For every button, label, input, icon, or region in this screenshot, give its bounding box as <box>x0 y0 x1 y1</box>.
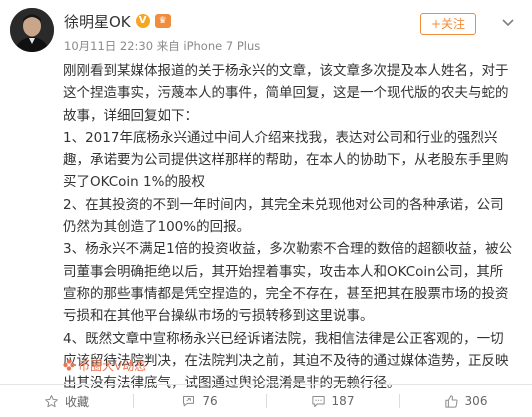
like-button[interactable]: 306 <box>399 385 532 417</box>
repost-icon <box>183 395 195 406</box>
post-paragraph-1: 1、2017年底杨永兴通过中间人介绍来找我，表达对公司和行业的强烈兴趣，承诺要为… <box>63 129 509 191</box>
favorite-label: 收藏 <box>64 394 89 409</box>
like-count: 306 <box>464 394 488 408</box>
repost-count: 76 <box>202 394 218 408</box>
post-menu-button[interactable] <box>496 12 520 34</box>
favorite-button[interactable]: 收藏 <box>0 385 133 417</box>
comment-button[interactable]: 187 <box>266 385 399 417</box>
post-paragraph-intro: 刚刚看到某媒体报道的关于杨永兴的文章，该文章多次提及本人姓名，对于这个捏造事实，… <box>63 63 509 124</box>
avatar[interactable] <box>10 8 54 52</box>
action-bar: 收藏 76 187 306 <box>0 384 532 417</box>
post-paragraph-3: 3、杨永兴不满足1倍的投资收益，多次勒索不合理的数倍的超额收益，被公司董事会明确… <box>63 241 513 325</box>
follow-button[interactable]: +关注 <box>420 13 476 35</box>
post-body: 刚刚看到某媒体报道的关于杨永兴的文章，该文章多次提及本人姓名，对于这个捏造事实，… <box>63 60 515 394</box>
source-link[interactable]: 币圈大V动态 <box>63 356 146 374</box>
username[interactable]: 徐明星OK <box>64 11 131 32</box>
source-label: 币圈大V动态 <box>78 358 147 373</box>
star-icon <box>45 394 58 407</box>
flower-icon <box>63 359 75 371</box>
member-level-icon[interactable]: ♛ <box>154 14 171 28</box>
repost-button[interactable]: 76 <box>133 385 266 417</box>
chevron-down-icon <box>502 19 514 27</box>
username-row: 徐明星OK V ♛ <box>64 11 171 31</box>
comment-icon <box>311 395 325 407</box>
post-paragraph-2: 2、在其投资的不到一年时间内，其完全未兑现他对公司的各种承诺，公司仍然为其创造了… <box>63 196 504 236</box>
comment-count: 187 <box>331 394 355 408</box>
verified-badge-icon: V <box>135 14 150 28</box>
thumbs-up-icon <box>444 394 458 408</box>
post-meta[interactable]: 10月11日 22:30 来自 iPhone 7 Plus <box>64 38 260 54</box>
